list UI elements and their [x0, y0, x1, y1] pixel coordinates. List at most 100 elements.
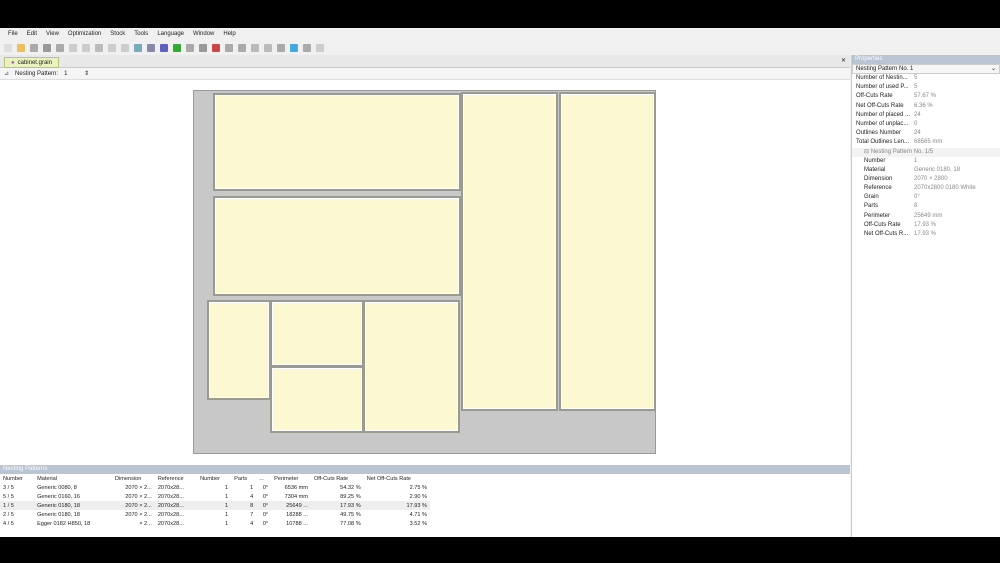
property-row[interactable]: Grain 0° — [852, 193, 1000, 202]
column-header[interactable]: ... — [256, 474, 271, 483]
part[interactable] — [461, 92, 558, 411]
table-cell: 4 / 5 — [3, 520, 14, 527]
property-value: 6.36 % — [914, 102, 933, 109]
column-header[interactable]: Dimension — [112, 474, 155, 483]
table-row[interactable]: 1 / 5 Generic 0180, 18 2070 × 2... 2070x28.… — [0, 501, 430, 510]
toolbar-button-icon[interactable] — [173, 43, 181, 52]
menu-window[interactable]: Window — [193, 31, 214, 37]
property-row[interactable]: Material Generic 0180, 18 — [852, 166, 1000, 175]
toolbar-button-icon[interactable] — [17, 43, 25, 52]
toolbar-button-icon[interactable] — [134, 43, 142, 52]
nesting-canvas[interactable] — [0, 80, 850, 465]
column-header[interactable]: Material — [34, 474, 112, 483]
close-icon[interactable]: ✕ — [841, 57, 846, 64]
toolbar-button-icon[interactable] — [290, 43, 298, 52]
part[interactable] — [559, 92, 656, 411]
menu-file[interactable]: File — [8, 31, 18, 37]
property-row[interactable]: Off-Cuts Rate 17.93 % — [852, 221, 1000, 230]
table-row[interactable]: 2 / 5 Generic 0180, 18 2070 × 2... 2070x28.… — [0, 510, 430, 519]
part[interactable] — [213, 196, 461, 296]
table-row[interactable]: 5 / 5 Generic 0160, 16 2070 × 2... 2070x28.… — [0, 492, 430, 501]
property-row[interactable]: Net Off-Cuts R... 17.93 % — [852, 230, 1000, 239]
property-value: Generic 0180, 18 — [914, 166, 961, 173]
toolbar-button-icon[interactable] — [238, 43, 246, 52]
toolbar-button-icon[interactable] — [303, 43, 311, 52]
property-row[interactable]: Perimeter 25649 mm — [852, 212, 1000, 221]
column-header[interactable]: Parts — [231, 474, 256, 483]
part[interactable] — [207, 300, 271, 400]
column-header[interactable]: Reference — [155, 474, 197, 483]
table-cell: 6536 mm — [284, 484, 308, 491]
column-header[interactable]: Number — [197, 474, 231, 483]
property-row[interactable]: Total Outlines Len... 68565 mm — [852, 138, 1000, 147]
toolbar-button-icon[interactable] — [225, 43, 233, 52]
toolbar-button-icon[interactable] — [4, 43, 12, 52]
property-value: 5 — [914, 75, 918, 81]
menu-edit[interactable]: Edit — [27, 31, 37, 37]
property-row[interactable]: Number 1 — [852, 157, 1000, 166]
toolbar-button-icon[interactable] — [277, 43, 285, 52]
document-tab-bar: ● cabinet.grain ✕ — [0, 55, 850, 68]
table-cell: Generic 0180, 18 — [37, 502, 80, 509]
toolbar-button-icon[interactable] — [43, 43, 51, 52]
column-header[interactable]: Number — [0, 474, 34, 483]
column-header[interactable]: Off-Cuts Rate — [311, 474, 364, 483]
menu-stock[interactable]: Stock — [110, 31, 125, 37]
toolbar-button-icon[interactable] — [186, 43, 194, 52]
property-row[interactable]: Dimension 2070 × 2800 — [852, 175, 1000, 184]
table-cell: 3.52 % — [409, 520, 427, 527]
property-row[interactable]: Number of unplac... 0 — [852, 120, 1000, 129]
table-cell: × 2... — [139, 520, 152, 527]
toolbar-button-icon[interactable] — [212, 43, 220, 52]
nesting-patterns-panel: Nesting Patterns Number Material Dimension… — [0, 465, 850, 537]
toolbar-button-icon[interactable] — [147, 43, 155, 52]
spinner-icon[interactable]: ⇕ — [84, 70, 89, 77]
toolbar-button-icon[interactable] — [160, 43, 168, 52]
column-header[interactable]: Net Off-Cuts Rate — [364, 474, 430, 483]
property-name: Dimension — [864, 175, 893, 182]
property-row[interactable]: Outlines Number 24 — [852, 129, 1000, 138]
table-cell: 1 — [250, 484, 254, 491]
table-cell: 0° — [262, 520, 269, 527]
toolbar-button-icon[interactable] — [82, 43, 90, 52]
property-name: Number of unplac... — [856, 120, 909, 127]
toolbar-button-icon[interactable] — [251, 43, 259, 52]
table-row[interactable]: 3 / 5 Generic 0080, 8 2070 × 2... 2070x28..… — [0, 483, 430, 492]
table-row[interactable]: 4 / 5 Egger 0182 H850, 18 × 2... 2070x28...… — [0, 519, 430, 528]
menu-help[interactable]: Help — [223, 31, 235, 37]
property-name: Reference — [864, 185, 892, 192]
property-row[interactable]: Off-Cuts Rate 57.67 % — [852, 92, 1000, 101]
tab-cabinet-grain[interactable]: ● cabinet.grain — [4, 57, 59, 68]
nesting-pattern-bar: ⊿ Nesting Pattern: 1 ⇕ — [0, 68, 850, 80]
property-row[interactable]: Number of used P... 5 — [852, 83, 1000, 92]
property-row[interactable]: Net Off-Cuts Rate 6.36 % — [852, 102, 1000, 111]
properties-selector[interactable]: Nesting Pattern No. 1 ⌄ — [852, 64, 1000, 74]
property-row[interactable]: Number of placed ... 24 — [852, 111, 1000, 120]
sheet-board — [193, 90, 656, 454]
toolbar-button-icon[interactable] — [121, 43, 129, 52]
column-header[interactable]: Perimeter — [271, 474, 311, 483]
toolbar-button-icon[interactable] — [199, 43, 207, 52]
property-row[interactable]: Number of Nestin... 5 — [852, 74, 1000, 83]
menu-language[interactable]: Language — [157, 31, 184, 37]
property-row[interactable]: Parts 8 — [852, 202, 1000, 211]
property-row[interactable]: Reference 2070x2800 0180 White — [852, 184, 1000, 193]
menu-tools[interactable]: Tools — [134, 31, 148, 37]
part[interactable] — [270, 300, 364, 367]
part[interactable] — [270, 366, 364, 433]
toolbar-button-icon[interactable] — [56, 43, 64, 52]
menu-view[interactable]: View — [46, 31, 59, 37]
nesting-pattern-input[interactable]: 1 — [64, 71, 78, 77]
toolbar-button-icon[interactable] — [264, 43, 272, 52]
nesting-icon: ⊿ — [4, 71, 10, 77]
panel-title: Nesting Patterns — [0, 465, 850, 474]
toolbar-button-icon[interactable] — [108, 43, 116, 52]
menu-optimization[interactable]: Optimization — [68, 31, 101, 37]
toolbar-button-icon[interactable] — [316, 43, 324, 52]
toolbar-button-icon[interactable] — [30, 43, 38, 52]
part[interactable] — [213, 93, 461, 191]
toolbar-button-icon[interactable] — [69, 43, 77, 52]
toolbar-button-icon[interactable] — [95, 43, 103, 52]
group-header[interactable]: ⊟ Nesting Pattern No. 1/5 — [852, 147, 1000, 157]
part[interactable] — [363, 300, 460, 433]
